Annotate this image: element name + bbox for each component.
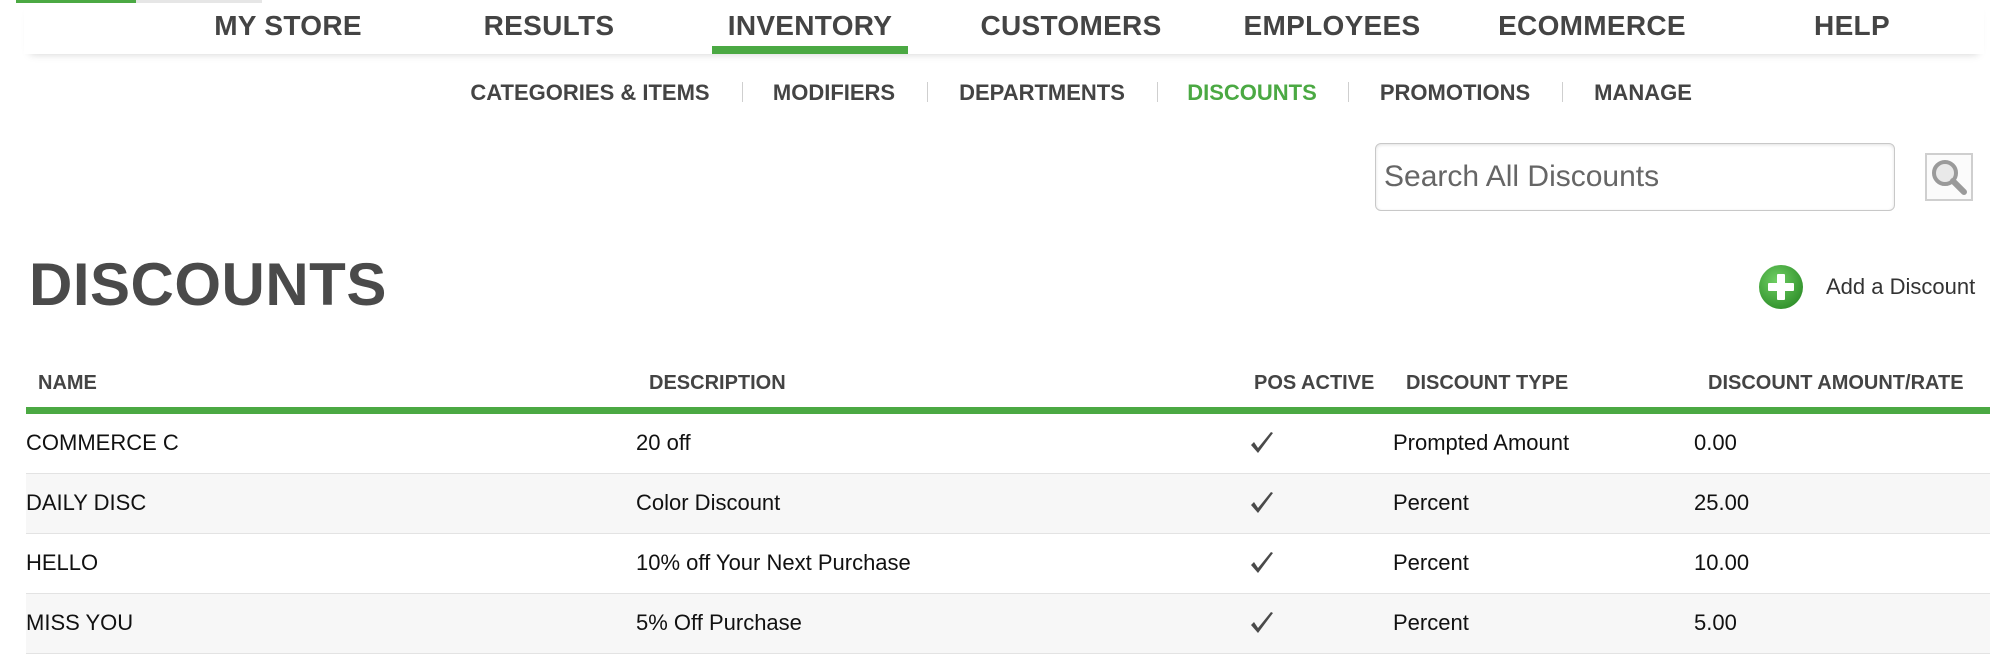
header-description[interactable]: DESCRIPTION — [649, 366, 786, 414]
nav-results[interactable]: RESULTS — [449, 0, 649, 54]
cell-discount-type: Prompted Amount — [1393, 430, 1570, 455]
subnav-categories-items[interactable]: CATEGORIES & ITEMS — [470, 78, 709, 108]
cell-name: HELLO — [26, 550, 99, 575]
subnav-manage[interactable]: MANAGE — [1594, 78, 1692, 108]
subnav-separator — [1157, 82, 1158, 102]
nav-help[interactable]: HELP — [1752, 0, 1952, 54]
nav-customers[interactable]: CUSTOMERS — [971, 0, 1171, 54]
page-title: DISCOUNTS — [29, 251, 387, 318]
cell-description: 5% Off Purchase — [636, 610, 802, 635]
subnav-departments[interactable]: DEPARTMENTS — [959, 78, 1125, 108]
table-header: NAME DESCRIPTION POS ACTIVE DISCOUNT TYP… — [26, 366, 1990, 414]
checkmark-icon — [1251, 552, 1273, 573]
table-row[interactable]: HELLO 10% off Your Next Purchase Percent… — [26, 534, 1990, 594]
magnifier-icon — [1932, 160, 1967, 195]
search-button[interactable] — [1925, 153, 1973, 201]
cell-name: DAILY DISC — [26, 490, 147, 515]
nav-my-store[interactable]: MY STORE — [188, 0, 388, 54]
cell-discount-type: Percent — [1393, 490, 1469, 515]
sub-nav: CATEGORIES & ITEMS MODIFIERS DEPARTMENTS… — [0, 78, 2012, 108]
header-pos-active[interactable]: POS ACTIVE — [1254, 366, 1374, 414]
header-amount-rate[interactable]: DISCOUNT AMOUNT/RATE — [1708, 366, 1964, 414]
nav-inventory[interactable]: INVENTORY — [710, 0, 910, 54]
add-discount-label: Add a Discount — [1826, 274, 1976, 299]
table-row[interactable]: DAILY DISC Color Discount Percent 25.00 — [26, 474, 1990, 534]
subnav-separator — [1562, 82, 1563, 102]
subnav-separator — [927, 82, 928, 102]
cell-name: COMMERCE C — [26, 430, 179, 455]
main-nav: MY STORE RESULTS INVENTORY CUSTOMERS EMP… — [24, 0, 1984, 54]
table-row[interactable]: COMMERCE C 20 off Prompted Amount 0.00 — [26, 414, 1990, 474]
cell-amount-rate: 0.00 — [1694, 430, 1737, 455]
table-body: COMMERCE C 20 off Prompted Amount 0.00 D… — [26, 414, 1990, 654]
cell-discount-type: Percent — [1393, 610, 1469, 635]
subnav-discounts[interactable]: DISCOUNTS — [1187, 78, 1317, 108]
cell-name: MISS YOU — [26, 610, 134, 635]
cell-description: Color Discount — [636, 490, 781, 515]
add-discount-button[interactable]: Add a Discount — [1758, 263, 1975, 311]
cell-discount-type: Percent — [1393, 550, 1469, 575]
table-row[interactable]: MISS YOU 5% Off Purchase Percent 5.00 — [26, 594, 1990, 654]
cell-amount-rate: 25.00 — [1694, 490, 1750, 515]
nav-ecommerce[interactable]: ECOMMERCE — [1492, 0, 1692, 54]
nav-employees[interactable]: EMPLOYEES — [1232, 0, 1432, 54]
checkmark-icon — [1251, 612, 1273, 633]
header-discount-type[interactable]: DISCOUNT TYPE — [1406, 366, 1568, 414]
checkmark-icon — [1251, 432, 1273, 453]
subnav-modifiers[interactable]: MODIFIERS — [773, 78, 895, 108]
discounts-table: NAME DESCRIPTION POS ACTIVE DISCOUNT TYP… — [26, 366, 1990, 654]
cell-amount-rate: 10.00 — [1694, 550, 1750, 575]
subnav-separator — [1348, 82, 1349, 102]
subnav-separator — [742, 82, 743, 102]
search-input[interactable] — [1375, 143, 1895, 211]
cell-amount-rate: 5.00 — [1694, 610, 1737, 635]
plus-circle-icon — [1759, 265, 1803, 309]
checkmark-icon — [1251, 492, 1273, 513]
header-name[interactable]: NAME — [38, 366, 97, 414]
cell-description: 10% off Your Next Purchase — [636, 550, 911, 575]
cell-description: 20 off — [636, 430, 691, 455]
subnav-promotions[interactable]: PROMOTIONS — [1380, 78, 1530, 108]
